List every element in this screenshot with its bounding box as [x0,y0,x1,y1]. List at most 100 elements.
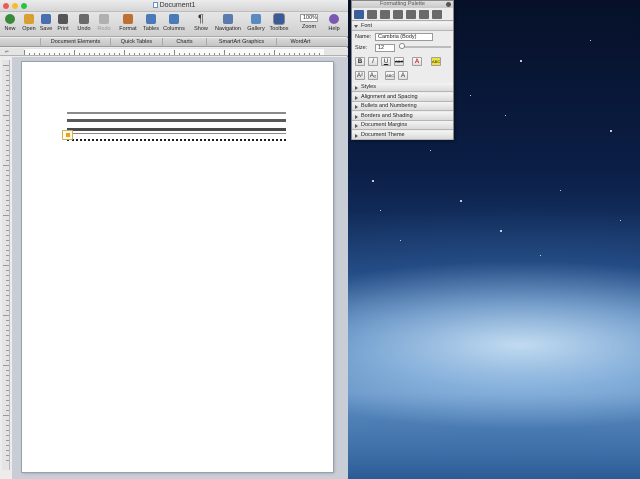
section-borders-and-shading[interactable]: Borders and Shading [352,112,453,121]
ruler-tick [34,53,35,55]
bold-button[interactable]: B [355,57,365,66]
font-color-button[interactable]: A [412,57,422,66]
tab-smartart-graphics[interactable]: SmartArt Graphics [206,38,276,47]
section-document-theme[interactable]: Document Theme [352,131,453,140]
print-button[interactable]: Print [55,14,71,32]
tab-quick-tables[interactable]: Quick Tables [110,38,162,47]
tools-icon[interactable] [432,10,442,19]
small-caps-button[interactable]: ABC [385,71,395,80]
ruler-tick [174,50,175,55]
ruler-tick [104,53,105,55]
formatting-palette-icon[interactable] [354,10,364,19]
ruler-tick [269,53,270,55]
section-alignment-and-spacing[interactable]: Alignment and Spacing [352,93,453,102]
horizontal-line-thick[interactable] [67,128,286,131]
ruler-tick [6,385,9,386]
document-page[interactable] [22,62,333,472]
underline-button[interactable]: U [381,57,391,66]
ruler-tick [99,53,100,55]
ruler-tick [3,115,9,116]
tables-button[interactable]: Tables [142,14,160,32]
ruler-tick [49,53,50,55]
navigation-button[interactable]: Navigation [214,14,242,32]
horizontal-line-thin[interactable] [67,112,286,114]
zoom-control[interactable]: 100% Zoom [294,14,324,30]
ruler-tick [244,53,245,55]
ruler-tick [184,53,185,55]
window-title: Document1 [0,2,348,9]
section-bullets-and-numbering[interactable]: Bullets and Numbering [352,102,453,111]
superscript-button[interactable]: A² [355,71,365,80]
ruler-tick [149,53,150,55]
ruler-tick [6,100,9,101]
printer-icon [58,14,68,24]
subscript-button[interactable]: A₂ [368,71,378,80]
font-name-input[interactable]: Cambria (Body) [375,33,433,41]
styles-icon[interactable] [367,10,377,19]
highlight-button[interactable]: ABC [431,57,441,66]
ruler-tick [59,53,60,55]
section-styles[interactable]: Styles [352,83,453,92]
ruler-tick [3,415,9,416]
font-size-slider-track[interactable] [399,46,451,48]
compatibility-icon[interactable] [419,10,429,19]
open-button[interactable]: Open [21,14,37,32]
ruler-tick [6,285,9,286]
strikethrough-button[interactable]: ABC [394,57,404,66]
star [500,230,502,232]
help-button[interactable]: Help [326,14,342,32]
toolbox-button[interactable]: Toolbox [268,14,290,32]
ruler-tick [44,53,45,55]
clear-formatting-button[interactable]: A [398,71,408,80]
ruler-tick [6,245,9,246]
vertical-ruler[interactable] [2,60,10,470]
ruler-tick [6,275,9,276]
ruler-tick [6,225,9,226]
ruler-tick [74,50,75,55]
columns-button[interactable]: Columns [163,14,185,32]
tab-charts[interactable]: Charts [162,38,206,47]
horizontal-ruler[interactable] [14,48,348,56]
palette-close-icon[interactable] [446,2,451,7]
media-icon[interactable] [393,10,403,19]
show-button[interactable]: ¶ Show [192,14,210,33]
horizontal-line-medium[interactable] [67,119,286,122]
document-area[interactable] [12,57,348,479]
save-button[interactable]: Save [38,14,54,32]
formatting-palette: Formatting Palette Font Name: Cambria (B… [351,0,454,140]
ruler-tick [6,235,9,236]
ruler-tick [3,365,9,366]
tab-wordart[interactable]: WordArt [276,38,324,47]
horizontal-line-double[interactable] [67,133,286,134]
ruler-tick [6,145,9,146]
help-label: Help [328,26,340,32]
horizontal-line-dotted[interactable] [67,139,286,141]
font-size-input[interactable]: 12 [375,44,395,52]
redo-button[interactable]: Redo [95,14,113,32]
tab-selector[interactable]: ⌐ [0,48,14,56]
gallery-button[interactable]: Gallery [245,14,267,32]
zoom-input[interactable]: 100% [299,14,319,22]
star [460,200,462,202]
title-bar[interactable]: Document1 [0,0,348,12]
tab-document-elements[interactable]: Document Elements [40,38,110,47]
section-font[interactable]: Font [352,22,453,31]
undo-button[interactable]: Undo [75,14,93,32]
italic-button[interactable]: I [368,57,378,66]
font-size-slider-knob[interactable] [399,43,405,49]
ruler-tick [234,53,235,55]
reference-tools-icon[interactable] [406,10,416,19]
ruler-tick [309,53,310,55]
ruler-tick [6,440,9,441]
section-document-margins[interactable]: Document Margins [352,121,453,130]
ruler-tick [114,53,115,55]
clipboard-icon[interactable] [380,10,390,19]
ruler-tick [299,53,300,55]
autoformat-options-icon[interactable] [62,130,73,140]
ruler-tick [249,53,250,55]
ruler-tick [304,53,305,55]
format-button[interactable]: Format [118,14,138,32]
new-button[interactable]: New [2,14,18,32]
ruler-tick [264,53,265,55]
palette-title[interactable]: Formatting Palette [352,1,453,8]
